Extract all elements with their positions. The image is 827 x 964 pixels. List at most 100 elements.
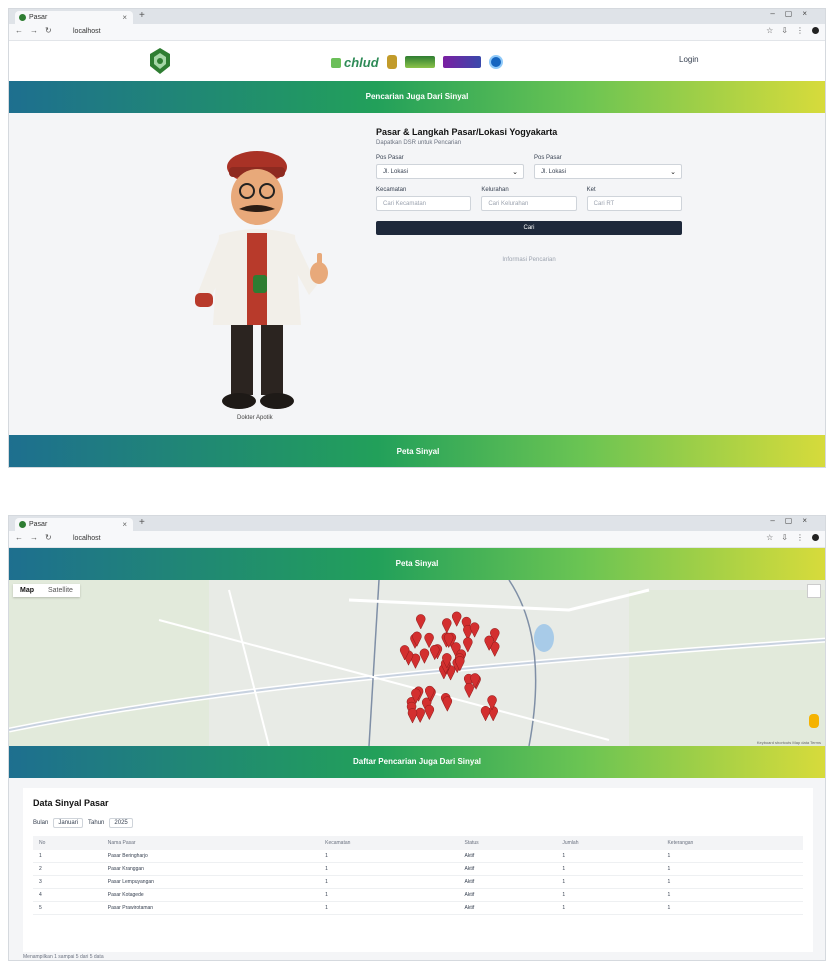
tab-title: Pasar xyxy=(29,521,48,528)
site-header: chlud Login xyxy=(9,41,825,81)
field-label: Pos Pasar xyxy=(534,155,562,161)
table-cell: 1 xyxy=(319,850,459,863)
table-cell: 5 xyxy=(33,901,102,915)
form-title: Pasar & Langkah Pasar/Lokasi Yogyakarta xyxy=(376,127,558,137)
pegman-icon[interactable] xyxy=(809,714,819,728)
location-select-a[interactable]: Jl. Lokasi ⌄ xyxy=(376,164,524,179)
map-canvas[interactable] xyxy=(9,580,825,746)
map-type-tabs: Map Satellite xyxy=(13,584,80,597)
column-header[interactable]: Nama Pasar xyxy=(101,836,320,850)
select-value: Jl. Lokasi xyxy=(541,169,567,175)
tab-title: Pasar xyxy=(29,14,48,21)
table-cell: 1 xyxy=(661,875,803,889)
table-cell: 1 xyxy=(319,888,459,902)
table-cell: Pasar Beringharjo xyxy=(101,850,320,863)
window-controls[interactable]: –▢× xyxy=(770,9,817,18)
url-input[interactable]: localhost xyxy=(67,27,747,37)
profile-icon[interactable] xyxy=(812,27,819,35)
column-header[interactable]: Keterangan xyxy=(661,836,803,850)
table-cell: 1 xyxy=(661,850,803,863)
column-header[interactable]: Jumlah xyxy=(556,836,662,850)
main-content: Dokter Apotik Pasar & Langkah Pasar/Loka… xyxy=(9,117,825,435)
partner-logos: chlud xyxy=(331,53,503,71)
rt-input[interactable]: Cari RT xyxy=(586,196,682,211)
table-cell: 1 xyxy=(556,875,662,889)
map-view[interactable]: Map Satellite Keyboard shortcuts Map dat… xyxy=(9,580,825,746)
partner-logo-3 xyxy=(442,56,481,68)
field-label: Kelurahan xyxy=(481,187,509,193)
chlub-logo: chlud xyxy=(331,55,379,70)
district-input[interactable]: Cari Kecamatan xyxy=(376,196,472,211)
table-row[interactable]: 5 Pasar Prawirotaman 1 Aktif 1 1 xyxy=(33,901,803,915)
hero-banner: Pencarian Juga Dari Sinyal xyxy=(9,81,825,113)
field-label: Kecamatan xyxy=(376,187,407,193)
search-button[interactable]: Cari xyxy=(376,221,682,235)
nav-buttons[interactable]: ←→↻ xyxy=(15,26,59,35)
table-row[interactable]: 2 Pasar Kranggan 1 Aktif 1 1 xyxy=(33,862,803,876)
table-cell: Aktif xyxy=(458,850,557,863)
browser-tab[interactable]: Pasar × xyxy=(15,11,133,24)
mascot-caption: Dokter Apotik xyxy=(237,415,273,421)
map-tab[interactable]: Map xyxy=(13,584,41,597)
table-cell: Aktif xyxy=(458,901,557,915)
search-form: Pasar & Langkah Pasar/Lokasi Yogyakarta … xyxy=(376,127,682,263)
table-cell: 1 xyxy=(556,850,662,863)
column-header[interactable]: Kecamatan xyxy=(319,836,459,850)
browser-tab-bar: Pasar × + –▢× xyxy=(9,9,825,24)
new-tab-icon[interactable]: + xyxy=(139,517,145,528)
table-cell: Pasar Prawirotaman xyxy=(101,901,320,915)
village-input[interactable]: Cari Kelurahan xyxy=(481,196,577,211)
location-select-b[interactable]: Jl. Lokasi ⌄ xyxy=(534,164,682,179)
table-cell: Aktif xyxy=(458,875,557,889)
form-note: Informasi Pencarian xyxy=(502,257,556,263)
column-header[interactable]: No xyxy=(33,836,102,850)
table-cell: 1 xyxy=(319,862,459,876)
table-cell: Pasar Lempuyangan xyxy=(101,875,320,889)
browser-tools[interactable]: ☆⇩⋮ xyxy=(766,26,819,35)
map-attribution: Keyboard shortcuts Map data Terms xyxy=(756,740,821,745)
address-bar: ←→↻ localhost ☆⇩⋮ xyxy=(9,531,825,548)
form-subtitle: Dapatkan DSR untuk Pencarian xyxy=(376,140,462,146)
emblem-icon xyxy=(386,55,397,69)
column-header[interactable]: Status xyxy=(458,836,557,850)
favicon-icon xyxy=(19,14,26,21)
data-card: Data Sinyal Pasar Bulan Januari Tahun 20… xyxy=(23,788,813,952)
table-header-row: No Nama Pasar Kecamatan Status Jumlah Ke… xyxy=(33,836,803,850)
map-banner: Peta Sinyal xyxy=(9,548,825,580)
nav-buttons[interactable]: ←→↻ xyxy=(15,533,59,542)
table-title: Data Sinyal Pasar xyxy=(33,798,109,808)
table-cell: 4 xyxy=(33,888,102,902)
table-cell: 1 xyxy=(33,850,102,863)
browser-tools[interactable]: ☆⇩⋮ xyxy=(766,533,819,542)
year-select[interactable]: 2025 xyxy=(109,818,133,828)
new-tab-icon[interactable]: + xyxy=(139,10,145,21)
table-filters: Bulan Januari Tahun 2025 xyxy=(33,818,133,828)
address-bar: ←→↻ localhost ☆⇩⋮ xyxy=(9,24,825,41)
login-link[interactable]: Login xyxy=(679,55,699,64)
table-section: Data Sinyal Pasar Bulan Januari Tahun 20… xyxy=(9,778,825,960)
fullscreen-icon[interactable] xyxy=(807,584,821,598)
satellite-tab[interactable]: Satellite xyxy=(41,584,80,597)
table-footer: Menampilkan 1 sampai 5 dari 5 data xyxy=(23,954,104,960)
chevron-down-icon: ⌄ xyxy=(512,169,518,176)
partner-logo-4 xyxy=(488,55,503,69)
close-tab-icon[interactable]: × xyxy=(122,518,127,531)
url-input[interactable]: localhost xyxy=(67,534,747,544)
browser-tab-bar: Pasar × + –▢× xyxy=(9,516,825,531)
site-logo-icon[interactable] xyxy=(149,47,171,75)
map-section-banner: Peta Sinyal xyxy=(9,435,825,467)
table-row[interactable]: 3 Pasar Lempuyangan 1 Aktif 1 1 xyxy=(33,875,803,889)
table-cell: Pasar Kranggan xyxy=(101,862,320,876)
close-tab-icon[interactable]: × xyxy=(122,11,127,24)
table-row[interactable]: 4 Pasar Kotagede 1 Aktif 1 1 xyxy=(33,888,803,902)
table-cell: 2 xyxy=(33,862,102,876)
browser-tab[interactable]: Pasar × xyxy=(15,518,133,531)
window-controls[interactable]: –▢× xyxy=(770,516,817,525)
table-cell: 1 xyxy=(319,875,459,889)
table-row[interactable]: 1 Pasar Beringharjo 1 Aktif 1 1 xyxy=(33,850,803,863)
table-cell: 1 xyxy=(556,888,662,902)
profile-icon[interactable] xyxy=(812,534,819,542)
month-select[interactable]: Januari xyxy=(53,818,84,828)
favicon-icon xyxy=(19,521,26,528)
table-cell: 1 xyxy=(556,862,662,876)
